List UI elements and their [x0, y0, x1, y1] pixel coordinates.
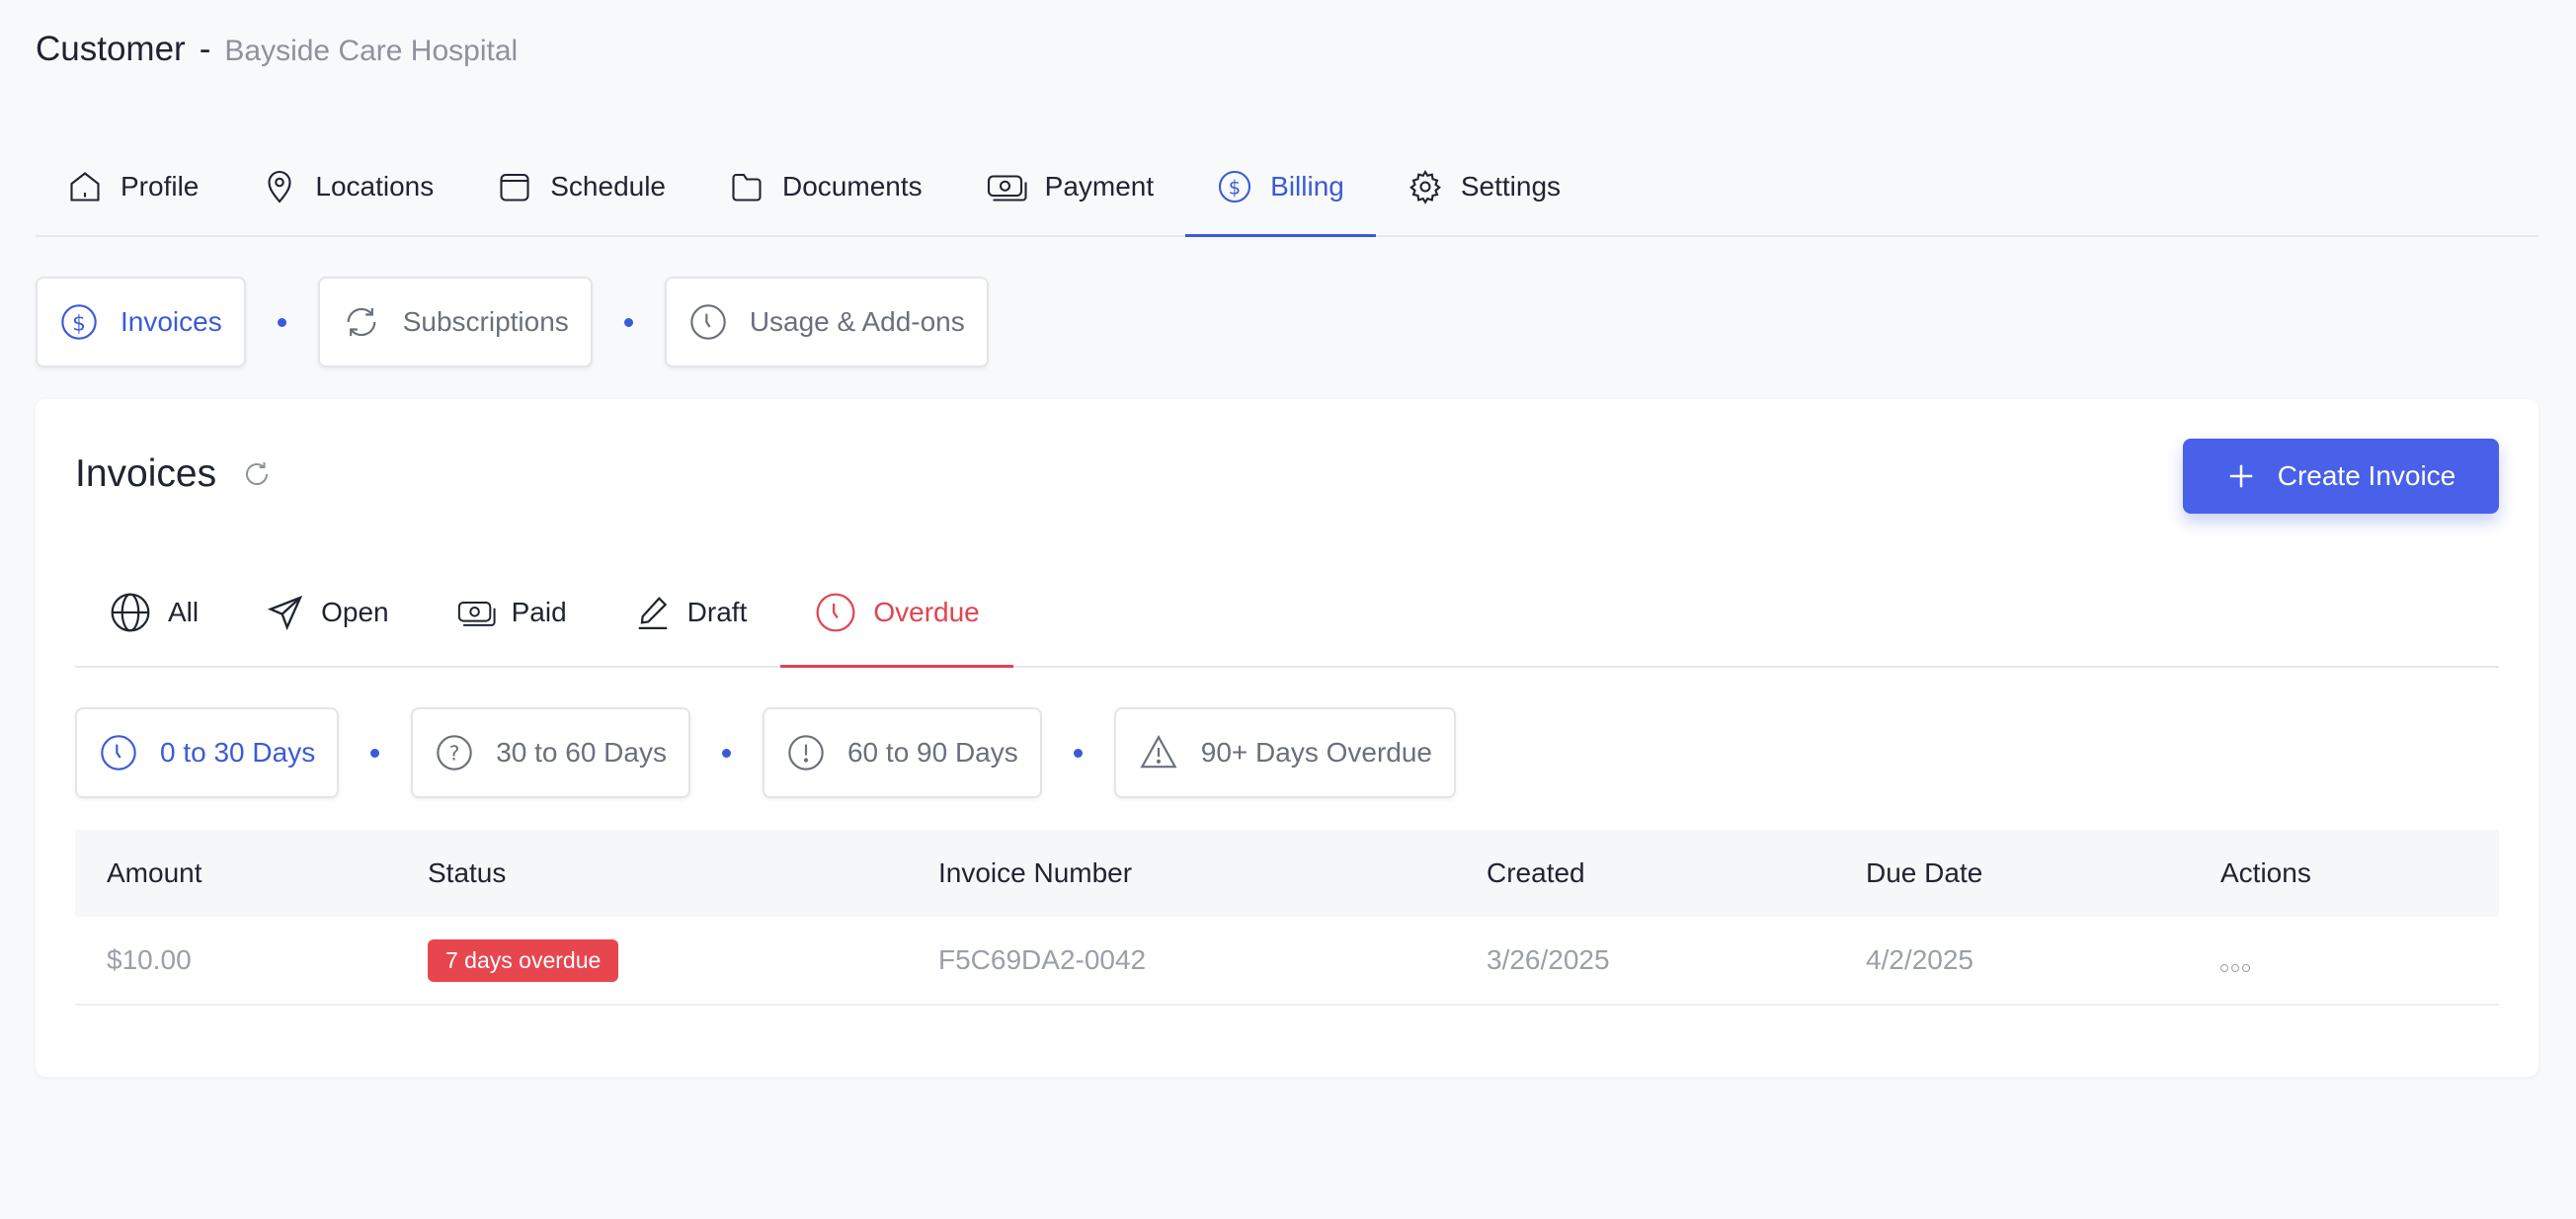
invoice-status-tabs: All Open Paid Draft Overdue [75, 559, 2499, 668]
clock-icon [814, 591, 857, 634]
column-header-actions: Actions [2220, 857, 2311, 888]
filter-0-30-days[interactable]: 0 to 30 Days [75, 707, 340, 798]
tab-open[interactable]: Open [232, 559, 423, 666]
separator-dot [1073, 748, 1083, 758]
tab-label: Payment [1044, 171, 1155, 202]
invoices-title: Invoices [75, 452, 217, 495]
invoices-header: Invoices [75, 452, 272, 496]
home-icon [67, 169, 103, 204]
svg-text:$: $ [72, 311, 86, 336]
svg-text:$: $ [1229, 177, 1241, 200]
create-invoice-label: Create Invoice [2277, 460, 2456, 491]
filter-label: 90+ Days Overdue [1200, 737, 1433, 768]
subtab-label: Usage & Add-ons [749, 306, 965, 337]
tab-label: Schedule [550, 171, 667, 202]
tab-label: Draft [686, 597, 748, 627]
warning-triangle-icon [1138, 733, 1179, 772]
dollar-circle-icon: $ [59, 302, 99, 342]
clock-icon [99, 733, 138, 772]
created-cell: 3/26/2025 [1487, 944, 1610, 975]
filter-90-plus-days[interactable]: 90+ Days Overdue [1113, 707, 1457, 798]
tab-draft[interactable]: Draft [601, 559, 781, 666]
separator-dot [721, 748, 731, 758]
title-separator: - [199, 30, 211, 68]
tab-label: Locations [315, 171, 435, 202]
tab-label: All [168, 597, 200, 627]
cash-icon [986, 169, 1027, 204]
tab-locations[interactable]: Locations [230, 138, 465, 235]
tab-overdue[interactable]: Overdue [780, 559, 1014, 668]
overdue-filters: 0 to 30 Days ? 30 to 60 Days 60 to 90 Da… [75, 707, 1457, 798]
tab-payment[interactable]: Payment [954, 138, 1186, 235]
page-title: Customer [36, 30, 186, 68]
cash-icon [456, 595, 496, 630]
gear-icon [1408, 169, 1443, 204]
invoices-card: Invoices Create Invoice All Open Paid Dr… [36, 399, 2538, 1077]
plus-icon [2226, 461, 2256, 491]
column-header-created[interactable]: Created [1487, 857, 1585, 889]
tab-label: Profile [121, 171, 200, 202]
folder-icon [729, 169, 765, 204]
invoice-number-cell: F5C69DA2-0042 [938, 944, 1147, 975]
globe-icon [109, 591, 152, 634]
send-icon [266, 593, 305, 632]
tab-profile[interactable]: Profile [36, 138, 230, 235]
subtab-invoices[interactable]: $ Invoices [36, 277, 246, 367]
tab-label: Open [321, 597, 389, 627]
column-header-due-date[interactable]: Due Date [1866, 857, 1982, 889]
subtab-label: Invoices [121, 306, 222, 337]
svg-text:?: ? [449, 742, 460, 766]
amount-cell: $10.00 [107, 944, 192, 975]
create-invoice-button[interactable]: Create Invoice [2183, 439, 2499, 514]
table-header: Amount Status Invoice Number Created Due… [75, 830, 2499, 917]
dollar-circle-icon: $ [1217, 169, 1252, 204]
separator-dot [277, 317, 286, 327]
due-date-cell: 4/2/2025 [1866, 944, 1973, 975]
filter-30-60-days[interactable]: ? 30 to 60 Days [411, 707, 690, 798]
page-header: Customer - Bayside Care Hospital [36, 30, 518, 69]
exclamation-circle-icon [786, 733, 826, 772]
question-circle-icon: ? [435, 733, 474, 772]
tab-label: Documents [782, 171, 923, 202]
status-badge: 7 days overdue [428, 938, 619, 982]
tab-settings[interactable]: Settings [1376, 138, 1592, 235]
customer-name: Bayside Care Hospital [224, 35, 519, 67]
filter-60-90-days[interactable]: 60 to 90 Days [762, 707, 1042, 798]
tab-label: Billing [1270, 171, 1344, 202]
tab-schedule[interactable]: Schedule [465, 138, 697, 235]
subtab-label: Subscriptions [402, 306, 569, 337]
calendar-icon [497, 169, 532, 204]
table-row[interactable]: $10.00 7 days overdue F5C69DA2-0042 3/26… [75, 917, 2499, 1006]
pencil-icon [634, 594, 672, 631]
filter-label: 60 to 90 Days [846, 737, 1018, 768]
separator-dot [623, 317, 633, 327]
billing-subtabs: $ Invoices Subscriptions Usage & Add-ons [36, 277, 989, 367]
main-tabs: Profile Locations Schedule Documents Pay… [36, 138, 2538, 237]
column-header-amount[interactable]: Amount [107, 857, 202, 889]
map-pin-icon [262, 169, 297, 204]
subtab-subscriptions[interactable]: Subscriptions [317, 277, 593, 367]
filter-label: 30 to 60 Days [496, 737, 667, 768]
tab-label: Overdue [873, 597, 980, 627]
filter-label: 0 to 30 Days [160, 737, 316, 768]
tab-all[interactable]: All [75, 559, 232, 666]
separator-dot [370, 748, 380, 758]
column-header-status[interactable]: Status [428, 857, 506, 889]
tab-documents[interactable]: Documents [697, 138, 954, 235]
tab-billing[interactable]: $ Billing [1185, 138, 1376, 237]
tab-label: Settings [1460, 171, 1562, 202]
column-header-invoice-number[interactable]: Invoice Number [938, 857, 1132, 889]
refresh-icon[interactable] [242, 459, 272, 489]
invoices-table: Amount Status Invoice Number Created Due… [75, 830, 2499, 1006]
subtab-usage-addons[interactable]: Usage & Add-ons [664, 277, 989, 367]
tab-paid[interactable]: Paid [423, 559, 601, 666]
more-actions-icon[interactable] [2220, 964, 2250, 972]
clock-icon [688, 302, 728, 342]
tab-label: Paid [511, 597, 567, 627]
refresh-icon [342, 302, 381, 342]
